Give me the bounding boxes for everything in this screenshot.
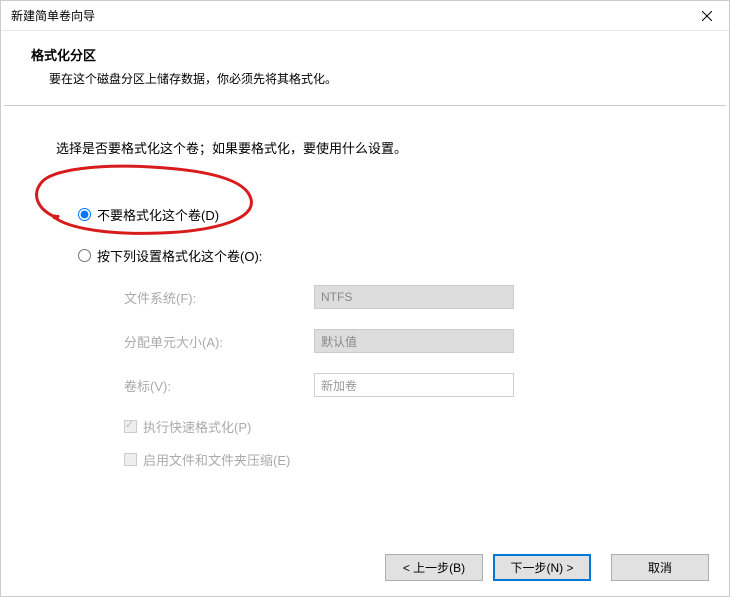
- radio-format[interactable]: 按下列设置格式化这个卷(O):: [78, 246, 679, 265]
- quick-format-label: 执行快速格式化(P): [143, 417, 251, 436]
- compression-label: 启用文件和文件夹压缩(E): [143, 450, 290, 469]
- next-button[interactable]: 下一步(N) >: [493, 554, 591, 581]
- quick-format-checkbox: 执行快速格式化(P): [124, 417, 679, 436]
- filesystem-row: 文件系统(F): NTFS: [124, 285, 679, 309]
- wizard-header: 格式化分区 要在这个磁盘分区上储存数据，你必须先将其格式化。: [1, 31, 729, 105]
- radio-no-format[interactable]: 不要格式化这个卷(D): [78, 205, 679, 224]
- instruction-text: 选择是否要格式化这个卷；如果要格式化，要使用什么设置。: [56, 138, 679, 157]
- radio-format-label: 按下列设置格式化这个卷(O):: [97, 246, 262, 265]
- format-settings: 文件系统(F): NTFS 分配单元大小(A): 默认值 卷标(V): 新加卷: [124, 285, 679, 397]
- compression-checkbox: 启用文件和文件夹压缩(E): [124, 450, 679, 469]
- close-icon: [702, 11, 712, 21]
- page-description: 要在这个磁盘分区上储存数据，你必须先将其格式化。: [49, 70, 699, 87]
- wizard-content: 选择是否要格式化这个卷；如果要格式化，要使用什么设置。 不要格式化这个卷(D) …: [1, 106, 729, 469]
- volume-label-label: 卷标(V):: [124, 376, 314, 395]
- allocation-row: 分配单元大小(A): 默认值: [124, 329, 679, 353]
- wizard-buttons: < 上一步(B) 下一步(N) > 取消: [385, 554, 709, 581]
- filesystem-value: NTFS: [321, 290, 352, 304]
- volume-label-row: 卷标(V): 新加卷: [124, 373, 679, 397]
- window-title: 新建简单卷向导: [11, 7, 95, 24]
- radio-format-input[interactable]: [78, 249, 91, 262]
- volume-label-value: 新加卷: [321, 377, 357, 394]
- titlebar: 新建简单卷向导: [1, 1, 729, 31]
- close-button[interactable]: [684, 1, 729, 31]
- compression-checkbox-box: [124, 453, 137, 466]
- cancel-button[interactable]: 取消: [611, 554, 709, 581]
- page-title: 格式化分区: [31, 45, 699, 64]
- allocation-select: 默认值: [314, 329, 514, 353]
- quick-format-checkbox-box: [124, 420, 137, 433]
- allocation-label: 分配单元大小(A):: [124, 332, 314, 351]
- filesystem-label: 文件系统(F):: [124, 288, 314, 307]
- radio-no-format-label: 不要格式化这个卷(D): [97, 205, 219, 224]
- volume-label-input: 新加卷: [314, 373, 514, 397]
- allocation-value: 默认值: [321, 333, 357, 350]
- radio-no-format-input[interactable]: [78, 208, 91, 221]
- back-button[interactable]: < 上一步(B): [385, 554, 483, 581]
- filesystem-select: NTFS: [314, 285, 514, 309]
